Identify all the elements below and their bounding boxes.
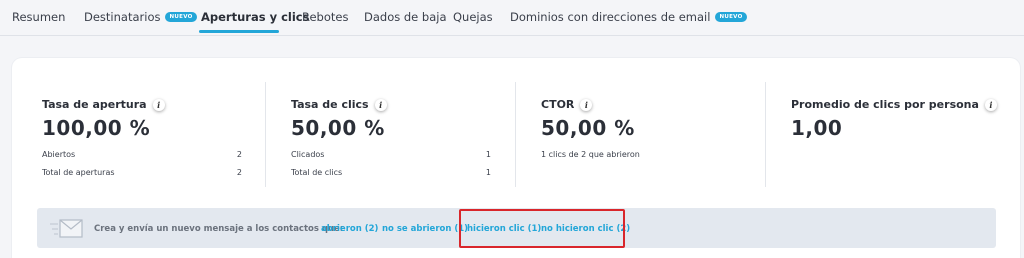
active-tab-indicator — [199, 30, 279, 33]
stat-title-text: CTOR — [541, 98, 575, 111]
stat-tasa-de-apertura: Tasa de apertura i 100,00 % Abiertos 2 T… — [42, 98, 242, 177]
tab-destinatarios[interactable]: Destinatarios NUEVO — [84, 10, 197, 24]
stat-value: 100,00 % — [42, 116, 151, 140]
stat-title: Tasa de clics i — [291, 98, 387, 111]
stat-row-label: Abiertos — [42, 149, 76, 159]
new-badge: NUEVO — [165, 12, 197, 22]
tab-resumen[interactable]: Resumen — [12, 10, 65, 24]
tab-label: Rebotes — [302, 10, 349, 24]
stat-rows: 1 clics de 2 que abrieron — [541, 145, 741, 163]
stat-title-text: Tasa de apertura — [42, 98, 147, 111]
highlight-annotation-box — [459, 209, 625, 248]
stat-rows: Clicados 1 Total de clics 1 — [291, 145, 491, 181]
stat-row: Total de clics 1 — [291, 163, 491, 181]
info-icon[interactable]: i — [152, 98, 165, 111]
stat-row: Total de aperturas 2 — [42, 163, 242, 181]
link-abrieron[interactable]: abrieron (2) — [321, 224, 378, 234]
info-icon[interactable]: i — [580, 98, 593, 111]
tab-label: Resumen — [12, 10, 66, 24]
stat-value: 50,00 % — [541, 116, 635, 140]
tab-dominios[interactable]: Dominios con direcciones de email NUEVO — [510, 10, 747, 24]
stat-value: 1,00 — [791, 116, 843, 140]
stat-title-text: Promedio de clics por persona — [791, 98, 979, 111]
stat-note-text: 1 clics de 2 que abrieron — [541, 149, 640, 159]
stat-divider — [515, 82, 516, 187]
stat-row-label: Clicados — [291, 149, 325, 159]
stat-row-value: 2 — [236, 149, 242, 159]
envelope-icon — [50, 219, 83, 238]
tab-label: Dominios con direcciones de email — [510, 10, 711, 24]
stat-row: Clicados 1 — [291, 145, 491, 163]
info-icon[interactable]: i — [984, 98, 997, 111]
tab-dados-de-baja[interactable]: Dados de baja — [364, 10, 447, 24]
stat-row-value: 1 — [485, 167, 491, 177]
stat-row: Abiertos 2 — [42, 145, 242, 163]
stat-title: Tasa de apertura i — [42, 98, 165, 111]
stat-divider — [765, 82, 766, 187]
stat-value: 50,00 % — [291, 116, 385, 140]
stat-title: Promedio de clics por persona i — [791, 98, 997, 111]
tab-label: Quejas — [453, 10, 493, 24]
stat-title: CTOR i — [541, 98, 593, 111]
new-badge: NUEVO — [715, 12, 747, 22]
tab-rebotes[interactable]: Rebotes — [302, 10, 348, 24]
stat-title-text: Tasa de clics — [291, 98, 369, 111]
stat-rows: Abiertos 2 Total de aperturas 2 — [42, 145, 242, 181]
stat-note: 1 clics de 2 que abrieron — [541, 145, 741, 163]
stat-divider — [265, 82, 266, 187]
stat-row-value: 2 — [236, 167, 242, 177]
tab-aperturas-y-clics[interactable]: Aperturas y clics — [201, 10, 309, 24]
info-icon[interactable]: i — [374, 98, 387, 111]
stat-tasa-de-clics: Tasa de clics i 50,00 % Clicados 1 Total… — [291, 98, 491, 177]
banner-text: Crea y envía un nuevo mensaje a los cont… — [94, 224, 344, 234]
stat-ctor: CTOR i 50,00 % 1 clics de 2 que abrieron — [541, 98, 640, 159]
link-no-se-abrieron[interactable]: no se abrieron (1) — [382, 224, 468, 234]
tab-label: Destinatarios — [84, 10, 161, 24]
stat-row-value: 1 — [485, 149, 491, 159]
stat-promedio-de-clics: Promedio de clics por persona i 1,00 — [791, 98, 997, 140]
tab-label: Dados de baja — [364, 10, 447, 24]
tab-label: Aperturas y clics — [201, 10, 310, 24]
stat-row-label: Total de clics — [291, 167, 343, 177]
stat-row-label: Total de aperturas — [42, 167, 115, 177]
tab-quejas[interactable]: Quejas — [453, 10, 493, 24]
